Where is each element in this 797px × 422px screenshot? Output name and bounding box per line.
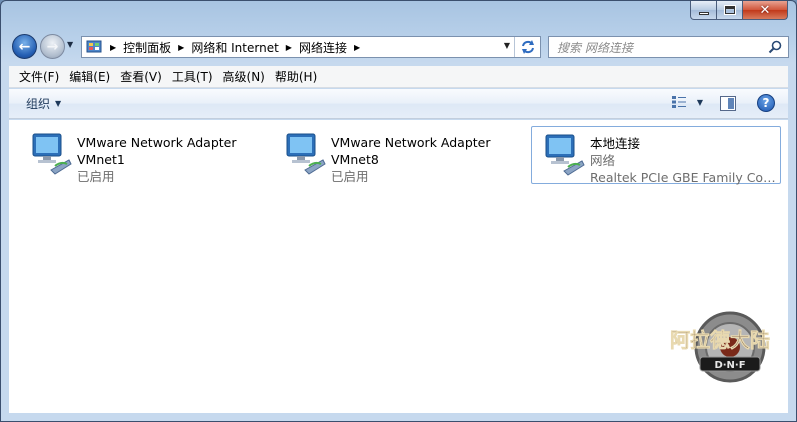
address-dropdown-icon[interactable]: ▼	[504, 41, 510, 50]
maximize-button[interactable]	[717, 1, 743, 20]
minimize-icon	[698, 11, 709, 15]
caption-buttons: ✕	[690, 1, 788, 21]
menu-help[interactable]: 帮助(H)	[270, 68, 322, 85]
menu-advanced[interactable]: 高级(N)	[218, 68, 270, 85]
view-options-icon	[671, 96, 686, 108]
connection-device: Realtek PCIe GBE Family Contr...	[590, 170, 778, 185]
control-panel-icon	[85, 39, 103, 55]
connection-status: 已启用	[77, 169, 115, 184]
forward-button[interactable]: →	[40, 34, 65, 59]
connection-name: 本地连接	[590, 136, 641, 151]
search-icon[interactable]	[768, 40, 782, 57]
breadcrumb-network-internet[interactable]: 网络和 Internet	[191, 39, 278, 56]
connection-local-area[interactable]: 本地连接 网络 Realtek PCIe GBE Family Contr...	[531, 126, 781, 185]
preview-pane-button[interactable]	[720, 96, 736, 111]
connection-adapter: VMnet1	[77, 152, 125, 167]
refresh-button[interactable]	[514, 37, 540, 57]
connection-status: 已启用	[331, 169, 369, 184]
menu-bar: 文件(F) 编辑(E) 查看(V) 工具(T) 高级(N) 帮助(H)	[9, 66, 788, 88]
breadcrumb-control-panel[interactable]: 控制面板	[123, 39, 171, 56]
chevron-right-icon[interactable]: ▶	[354, 43, 360, 52]
network-adapter-icon	[545, 134, 585, 176]
chevron-right-icon[interactable]: ▶	[286, 43, 292, 52]
change-view-button[interactable]: ▼	[671, 95, 703, 109]
dnf-watermark-logo: 阿拉德大陆 D·N·F	[670, 311, 770, 383]
connection-network: 网络	[590, 153, 616, 168]
address-bar[interactable]: ▶ 控制面板 ▶ 网络和 Internet ▶ 网络连接 ▶ ▼	[81, 36, 541, 58]
watermark-text: 阿拉德大陆	[670, 328, 770, 352]
recent-pages-dropdown[interactable]: ▼	[67, 40, 77, 52]
chevron-right-icon[interactable]: ▶	[110, 43, 116, 52]
help-button[interactable]: ?	[757, 94, 775, 112]
connections-list: VMware Network Adapter VMnet1 已启用 VMware…	[9, 120, 788, 413]
connection-name: VMware Network Adapter	[331, 135, 491, 150]
search-box[interactable]: 搜索 网络连接	[548, 36, 789, 58]
minimize-button[interactable]	[690, 1, 717, 20]
connection-adapter: VMnet8	[331, 152, 379, 167]
network-adapter-icon	[286, 133, 326, 175]
view-dropdown-icon[interactable]: ▼	[697, 98, 703, 107]
maximize-icon	[723, 5, 736, 15]
menu-view[interactable]: 查看(V)	[115, 68, 167, 85]
connection-vmnet1[interactable]: VMware Network Adapter VMnet1 已启用	[19, 126, 269, 184]
refresh-icon	[521, 40, 534, 54]
navigation-bar: ← → ▼ ▶ 控制面板 ▶ 网络和 Internet ▶ 网络连接 ▶ ▼ 搜…	[1, 33, 796, 61]
connection-vmnet8[interactable]: VMware Network Adapter VMnet8 已启用	[273, 126, 523, 184]
back-button[interactable]: ←	[12, 34, 37, 59]
chevron-down-icon: ▼	[55, 99, 62, 108]
menu-file[interactable]: 文件(F)	[14, 68, 64, 85]
help-icon: ?	[762, 96, 770, 110]
close-button[interactable]: ✕	[743, 1, 788, 20]
network-adapter-icon	[32, 133, 72, 175]
explorer-window: ✕ ← → ▼ ▶ 控制面板 ▶ 网络和 Internet ▶ 网络连接 ▶ ▼…	[0, 0, 797, 422]
breadcrumb-network-connections[interactable]: 网络连接	[299, 39, 347, 56]
connection-name: VMware Network Adapter	[77, 135, 237, 150]
menu-tools[interactable]: 工具(T)	[167, 68, 218, 85]
arrow-left-icon: ←	[18, 38, 31, 55]
command-bar: 组织 ▼ ▼ ?	[9, 89, 788, 119]
search-input[interactable]: 搜索 网络连接	[557, 39, 633, 56]
organize-label: 组织	[26, 97, 51, 111]
menu-edit[interactable]: 编辑(E)	[64, 68, 115, 85]
chevron-right-icon[interactable]: ▶	[178, 43, 184, 52]
close-icon: ✕	[759, 2, 771, 18]
watermark-sub: D·N·F	[714, 360, 745, 371]
organize-button[interactable]: 组织 ▼	[26, 95, 61, 112]
arrow-right-icon: →	[46, 38, 59, 55]
